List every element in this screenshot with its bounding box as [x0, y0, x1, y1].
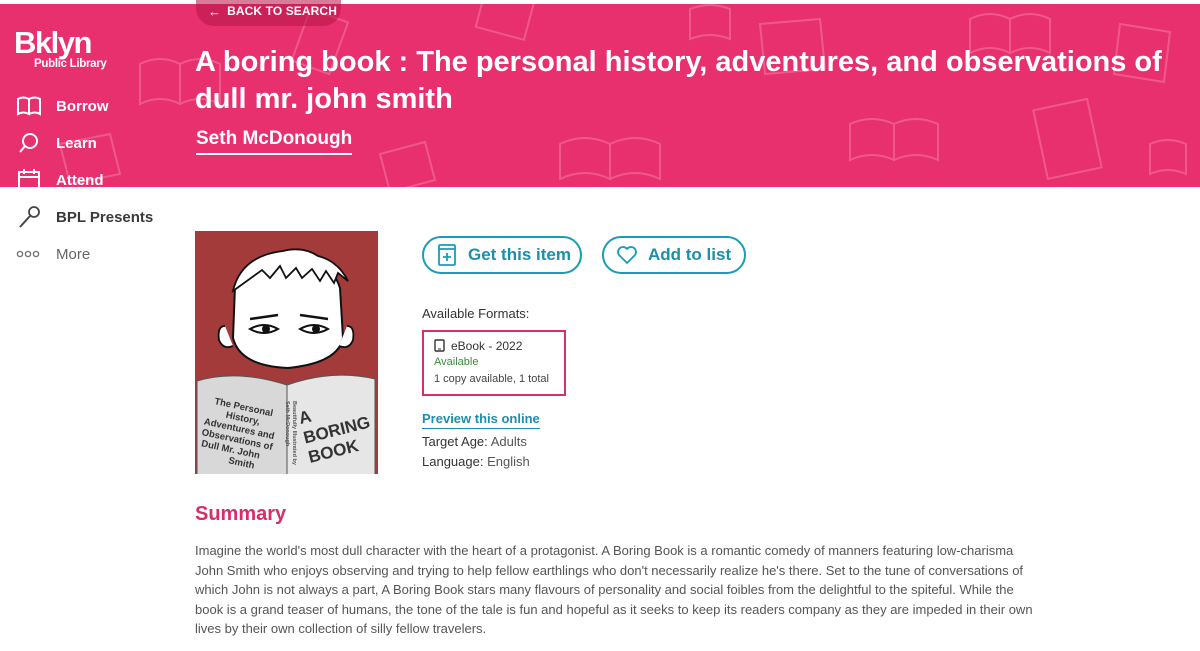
bpl-logo[interactable]: Bklyn Public Library: [14, 25, 136, 74]
back-to-search-button[interactable]: ← BACK TO SEARCH: [196, 0, 341, 26]
calendar-icon: [18, 169, 40, 191]
language-label: Language:: [422, 454, 484, 469]
get-this-item-button[interactable]: Get this item: [422, 236, 582, 274]
sidebar-item-label: Borrow: [56, 97, 109, 115]
available-formats-label: Available Formats:: [422, 306, 530, 321]
language-value: English: [487, 454, 530, 469]
sidebar-item-learn[interactable]: Learn: [16, 131, 97, 155]
arrow-left-icon: ←: [208, 3, 222, 19]
sidebar-item-attend[interactable]: Attend: [16, 168, 104, 192]
sidebar-item-label: Learn: [56, 134, 97, 152]
page-title: A boring book : The personal history, ad…: [195, 46, 1162, 115]
sidebar-item-label: Attend: [56, 171, 104, 189]
language-row: Language: English: [422, 454, 530, 469]
availability-status: Available: [434, 356, 479, 368]
format-name: eBook - 2022: [451, 338, 523, 353]
sidebar-item-label: More: [56, 245, 91, 263]
book-icon: [17, 96, 41, 116]
tablet-icon: [434, 339, 445, 352]
add-to-list-button[interactable]: Add to list: [602, 236, 746, 274]
format-option-ebook[interactable]: eBook - 2022 Available 1 copy available,…: [422, 330, 566, 396]
copies-count: 1 copy available, 1 total: [434, 373, 549, 385]
author-link[interactable]: Seth McDonough: [196, 128, 353, 155]
microphone-icon: [19, 206, 40, 228]
preview-online-link[interactable]: Preview this online: [422, 411, 540, 429]
cover-spine-line: Seth McDonough: [284, 401, 290, 447]
get-this-item-label: Get this item: [468, 245, 571, 264]
heart-icon: [617, 246, 637, 264]
sidebar-item-label: BPL Presents: [56, 208, 154, 226]
book-cover-image: The Personal History, Adventures and Obs…: [195, 231, 378, 474]
target-age-value: Adults: [490, 434, 527, 449]
logo-wordmark: Bklyn: [14, 25, 92, 60]
sidebar-item-borrow[interactable]: Borrow: [16, 94, 109, 118]
sidebar-item-bpl-presents[interactable]: BPL Presents: [16, 205, 153, 229]
target-age-label: Target Age:: [422, 434, 488, 449]
summary-heading: Summary: [195, 503, 287, 525]
lightbulb-icon: [19, 133, 38, 153]
add-to-list-label: Add to list: [648, 245, 732, 264]
sidebar-item-more[interactable]: More: [16, 242, 90, 266]
summary-text: Imagine the world's most dull character …: [195, 543, 1033, 637]
target-age-row: Target Age: Adults: [422, 434, 527, 449]
book-add-icon: [438, 244, 456, 266]
logo-subtitle: Public Library: [34, 58, 107, 70]
more-dots-icon: [16, 250, 40, 258]
back-to-search-label: BACK TO SEARCH: [227, 4, 337, 18]
